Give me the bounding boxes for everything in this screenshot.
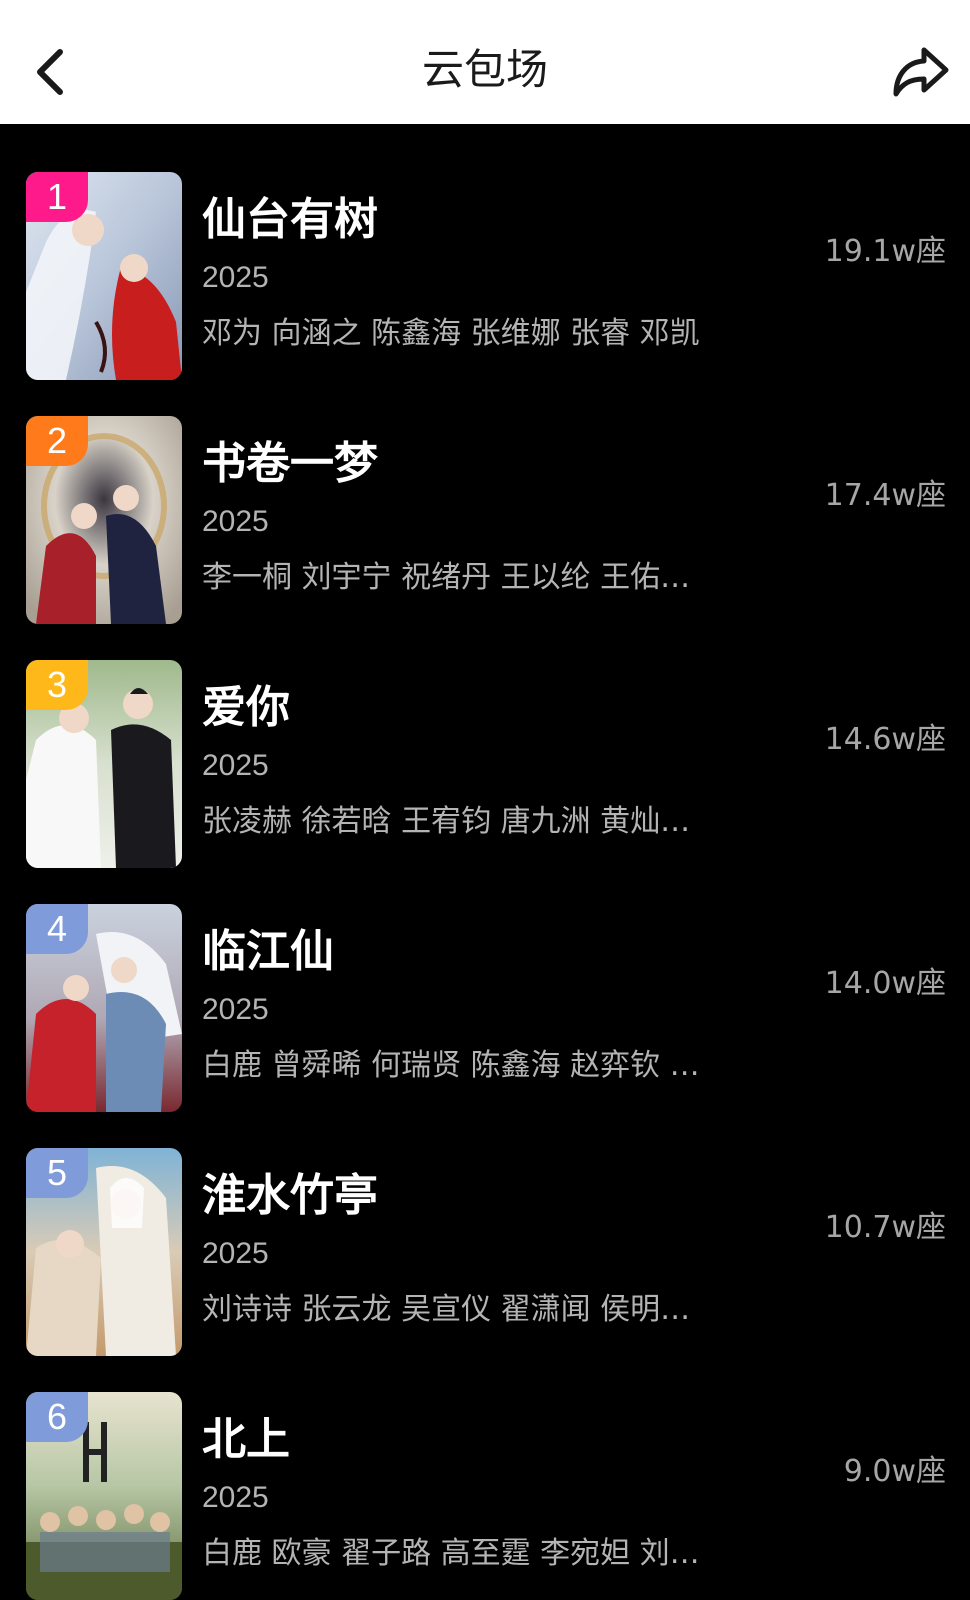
rank-badge: 6 xyxy=(26,1392,88,1442)
movie-cast: 张凌赫 徐若晗 王宥钧 唐九洲 黄灿… xyxy=(202,804,691,839)
list-item[interactable]: 2 书卷一梦 2025 李一桐 刘宇宁 祝绪丹 王以纶 王佑… 17.4w座 xyxy=(0,368,970,624)
movie-year: 2025 xyxy=(202,505,269,538)
seat-count: 19.1w座 xyxy=(824,234,946,269)
list-item[interactable]: 1 仙台有树 2025 邓为 向涵之 陈鑫海 张维娜 张睿 邓凯 19.1w座 xyxy=(0,124,970,380)
page-title: 云包场 xyxy=(421,45,548,94)
list-item[interactable]: 5 淮水竹亭 2025 刘诗诗 张云龙 吴宣仪 翟潇闻 侯明… 10.7w座 xyxy=(0,1100,970,1356)
seat-count: 14.6w座 xyxy=(824,722,946,757)
seat-count: 14.0w座 xyxy=(824,966,946,1001)
movie-title: 书卷一梦 xyxy=(202,438,378,489)
movie-title: 仙台有树 xyxy=(202,194,378,245)
movie-cast: 刘诗诗 张云龙 吴宣仪 翟潇闻 侯明… xyxy=(202,1292,691,1327)
movie-year: 2025 xyxy=(202,749,269,782)
movie-title: 临江仙 xyxy=(202,926,334,977)
rank-badge: 2 xyxy=(26,416,88,466)
seat-count: 10.7w座 xyxy=(824,1210,946,1245)
seat-count: 17.4w座 xyxy=(824,478,946,513)
movie-cast: 白鹿 欧豪 翟子路 高至霆 李宛妲 刘… xyxy=(202,1536,700,1571)
movie-cast: 李一桐 刘宇宁 祝绪丹 王以纶 王佑… xyxy=(202,560,691,595)
seat-count: 9.0w座 xyxy=(843,1454,946,1489)
movie-cast: 白鹿 曾舜晞 何瑞贤 陈鑫海 赵弈钦 … xyxy=(202,1048,700,1083)
movie-year: 2025 xyxy=(202,993,269,1026)
rank-badge: 3 xyxy=(26,660,88,710)
movie-year: 2025 xyxy=(202,1481,269,1514)
rank-badge: 1 xyxy=(26,172,88,222)
share-button[interactable] xyxy=(890,40,954,104)
rank-badge: 5 xyxy=(26,1148,88,1198)
top-bar: 云包场 xyxy=(0,0,970,124)
movie-title: 淮水竹亭 xyxy=(202,1170,378,1221)
movie-title: 爱你 xyxy=(202,682,290,733)
movie-year: 2025 xyxy=(202,1237,269,1270)
list-item[interactable]: 4 临江仙 2025 白鹿 曾舜晞 何瑞贤 陈鑫海 赵弈钦 … 14.0w座 xyxy=(0,856,970,1112)
movie-title: 北上 xyxy=(202,1414,290,1465)
rank-badge: 4 xyxy=(26,904,88,954)
share-arrow-icon xyxy=(893,47,949,97)
list-item[interactable]: 3 爱你 2025 张凌赫 徐若晗 王宥钧 唐九洲 黄灿… 14.6w座 xyxy=(0,612,970,868)
movie-cast: 邓为 向涵之 陈鑫海 张维娜 张睿 邓凯 xyxy=(202,316,700,351)
movie-year: 2025 xyxy=(202,261,269,294)
list-item[interactable]: 6 北上 2025 白鹿 欧豪 翟子路 高至霆 李宛妲 刘… 9.0w座 xyxy=(0,1344,970,1600)
